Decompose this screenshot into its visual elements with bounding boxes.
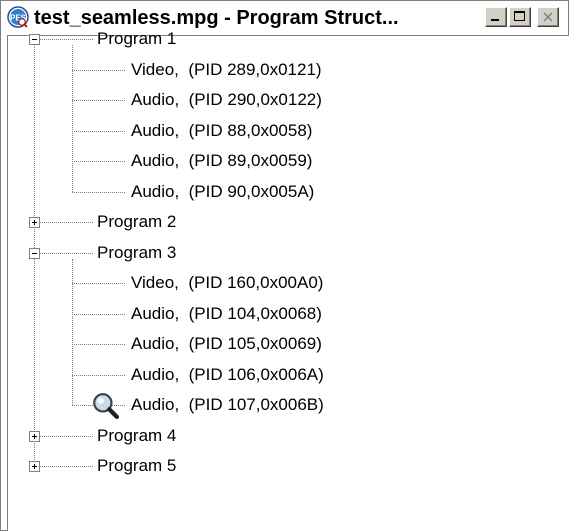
tree-connector xyxy=(40,252,93,254)
pes-app-icon: PES xyxy=(7,6,29,28)
program-node-label[interactable]: Program 3 xyxy=(97,243,176,263)
close-icon xyxy=(543,12,553,22)
tree-connector xyxy=(72,258,73,405)
stream-node-label[interactable]: Audio, (PID 107,0x006B) xyxy=(131,395,324,415)
minimize-icon xyxy=(491,19,499,21)
maximize-icon xyxy=(514,11,525,21)
stream-node-label[interactable]: Audio, (PID 105,0x0069) xyxy=(131,334,322,354)
expand-toggle[interactable] xyxy=(29,217,40,228)
program-node-label[interactable]: Program 1 xyxy=(97,29,176,49)
stream-node-label[interactable]: Video, (PID 160,0x00A0) xyxy=(131,273,323,293)
stream-node-label[interactable]: Audio, (PID 106,0x006A) xyxy=(131,365,324,385)
magnifier-icon xyxy=(93,393,119,419)
plus-icon xyxy=(34,433,35,439)
stream-node-label[interactable]: Audio, (PID 90,0x005A) xyxy=(131,182,314,202)
program-structure-window: PES test_seamless.mpg - Program Struct..… xyxy=(0,0,569,531)
tree-connector xyxy=(72,100,125,101)
tree-connector xyxy=(40,466,93,467)
stream-node-label[interactable]: Audio, (PID 88,0x0058) xyxy=(131,121,312,141)
tree-connector xyxy=(40,39,93,40)
collapse-toggle[interactable] xyxy=(29,34,40,45)
tree-connector xyxy=(72,313,125,315)
window-title: test_seamless.mpg - Program Struct... xyxy=(34,7,399,29)
minimize-button[interactable] xyxy=(485,7,507,27)
stream-node-label[interactable]: Video, (PID 289,0x0121) xyxy=(131,60,322,80)
collapse-toggle[interactable] xyxy=(29,247,40,259)
program-structure-tree[interactable]: Program 1 Video, (PID 289,0x0121) Audio, (… xyxy=(7,29,569,531)
stream-node-label[interactable]: Audio, (PID 104,0x0068) xyxy=(131,304,322,324)
tree-connector xyxy=(72,130,125,132)
tree-connector xyxy=(72,161,125,162)
expand-toggle[interactable] xyxy=(29,461,40,472)
stream-node-label[interactable]: Audio, (PID 89,0x0059) xyxy=(131,151,312,171)
stream-node-label[interactable]: Audio, (PID 290,0x0122) xyxy=(131,90,322,110)
plus-icon xyxy=(34,220,35,225)
program-node-label[interactable]: Program 2 xyxy=(97,212,176,232)
tree-connector xyxy=(40,435,93,437)
minus-icon xyxy=(32,252,37,254)
close-button[interactable] xyxy=(537,7,559,27)
program-node-label[interactable]: Program 5 xyxy=(97,456,176,476)
plus-icon xyxy=(34,464,35,469)
maximize-button[interactable] xyxy=(509,7,531,27)
program-node-label[interactable]: Program 4 xyxy=(97,426,176,446)
minus-icon xyxy=(32,39,37,40)
tree-connector xyxy=(72,69,125,71)
tree-connector xyxy=(40,222,93,223)
tree-connector xyxy=(72,374,125,376)
expand-toggle[interactable] xyxy=(29,430,40,442)
title-bar[interactable]: PES test_seamless.mpg - Program Struct..… xyxy=(1,1,568,35)
tree-connector xyxy=(72,191,125,193)
tree-connector xyxy=(72,283,125,284)
tree-connector xyxy=(72,344,125,345)
tree-connector xyxy=(72,45,73,192)
